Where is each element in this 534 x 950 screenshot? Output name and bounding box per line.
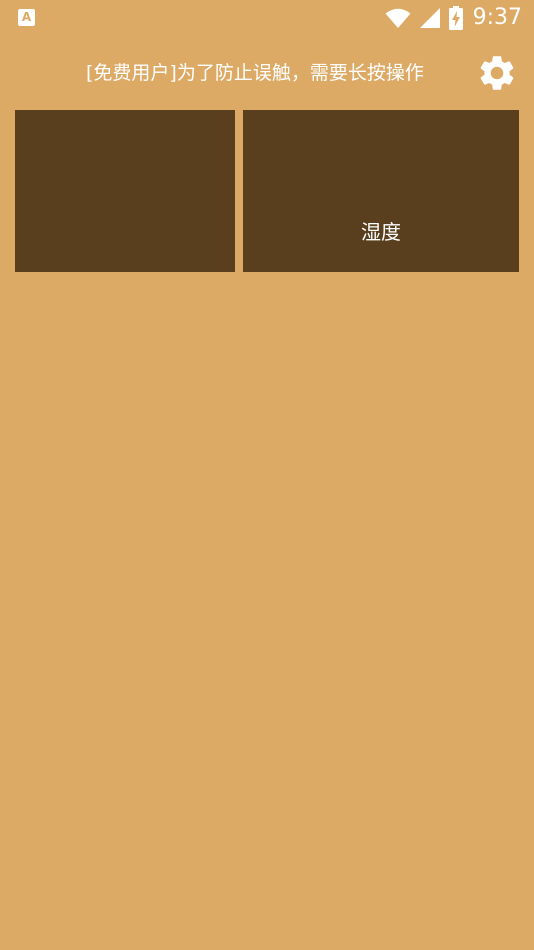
app-badge-letter: A	[21, 10, 32, 24]
app-notification-icon: A	[18, 9, 35, 26]
status-time: 9:37	[472, 5, 522, 30]
cell-signal-icon	[419, 8, 440, 28]
battery-charging-icon	[448, 6, 463, 30]
tile-label: 湿度	[361, 220, 401, 244]
sensor-tile-1[interactable]	[15, 110, 235, 272]
free-user-notice: [免费用户]为了防止误触，需要长按操作	[86, 62, 424, 84]
wifi-icon	[385, 8, 411, 28]
app-screen: A 9:37 [免费用户]为了防止误触，需要长按操作 湿度	[0, 0, 534, 950]
status-right-group: 9:37	[385, 4, 522, 32]
gear-icon[interactable]	[476, 52, 518, 94]
sensor-tile-humidity[interactable]: 湿度	[243, 110, 519, 272]
status-bar: A 9:37	[0, 0, 534, 36]
toolbar: [免费用户]为了防止误触，需要长按操作	[0, 46, 534, 100]
